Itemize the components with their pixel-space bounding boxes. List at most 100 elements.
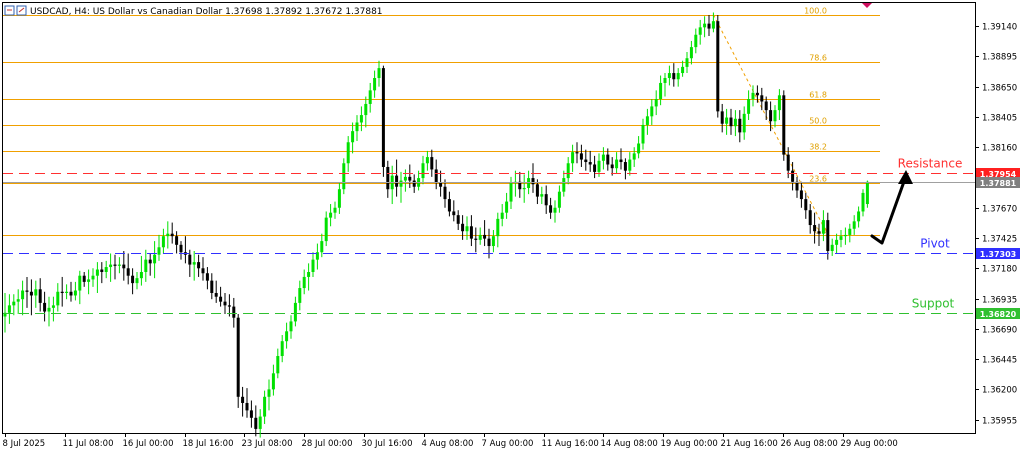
candle-body (703, 23, 707, 28)
candle-body (51, 305, 55, 308)
candle-body (461, 223, 465, 232)
y-tick-label: 1.39140 (982, 23, 1017, 33)
candle-body (729, 117, 733, 127)
candle-body (830, 244, 834, 251)
candle-body (659, 82, 663, 100)
candle-body (491, 236, 495, 247)
candle-body (434, 169, 438, 184)
candle-body (865, 181, 869, 205)
candle-body (861, 192, 865, 212)
candle-body (672, 73, 676, 80)
pivot-price-value: 1.37303 (980, 250, 1016, 259)
candle-body (575, 152, 579, 154)
candle-body (791, 170, 795, 182)
candle-body (25, 290, 29, 292)
chart-title: USDCAD, H4: US Dollar vs Canadian Dollar… (30, 7, 383, 17)
y-tick-label: 1.35955 (982, 417, 1017, 427)
candle-body (641, 124, 645, 144)
candle-body (289, 321, 293, 332)
candle-body (144, 259, 148, 272)
candle-body (73, 290, 77, 296)
x-tick-label: 21 Aug 16:00 (721, 439, 778, 449)
candle-body (29, 291, 33, 296)
candle-body (302, 276, 306, 289)
candle-body (720, 111, 724, 124)
y-tick-label: 1.38160 (982, 144, 1017, 154)
candle-body (425, 157, 429, 164)
candle-body (808, 210, 812, 226)
candle-body (689, 47, 693, 59)
candle-body (166, 233, 170, 237)
candle-body (346, 142, 350, 164)
candle-body (285, 331, 289, 342)
pivot-label: Pivot (920, 237, 950, 251)
candle-body (408, 176, 412, 181)
candle-body (205, 273, 209, 281)
candle-body (329, 212, 333, 218)
candle-body (619, 159, 623, 163)
candle-body (615, 159, 619, 169)
candle-body (271, 373, 275, 390)
candle-body (733, 118, 737, 127)
candle-body (610, 164, 614, 169)
y-tick-label: 1.36690 (982, 326, 1017, 336)
candle-body (12, 301, 16, 306)
candle-body (835, 239, 839, 245)
candle-body (153, 254, 157, 264)
candle-body (685, 58, 689, 67)
candle-body (751, 92, 755, 100)
x-tick-label: 14 Aug 08:00 (601, 439, 658, 449)
candle-body (395, 175, 399, 187)
candle-body (263, 396, 267, 417)
candle-body (412, 180, 416, 187)
candle-body (7, 305, 11, 313)
candle-body (91, 275, 95, 280)
y-tick-label: 1.36445 (982, 356, 1017, 366)
support-label: Suppot (912, 297, 955, 311)
candle-body (104, 267, 108, 272)
candle-body (786, 154, 790, 171)
x-tick-label: 8 Jul 2025 (3, 439, 46, 449)
fib-level-label: 50.0 (809, 117, 827, 126)
candle-body (777, 95, 781, 111)
candle-body (148, 259, 152, 264)
candle-body (170, 233, 174, 237)
candle-body (439, 183, 443, 187)
support-price-value: 1.36820 (980, 310, 1017, 319)
candle-body (474, 238, 478, 240)
candle-body (716, 21, 720, 112)
candle-body (738, 118, 742, 133)
candle-body (342, 163, 346, 190)
candle-body (843, 234, 847, 237)
y-tick-label: 1.36200 (982, 386, 1017, 396)
candle-body (16, 299, 20, 302)
candle-body (355, 122, 359, 132)
candle-body (223, 301, 227, 306)
candle-body (377, 68, 381, 79)
candle-body (95, 269, 99, 276)
candle-body (219, 296, 223, 302)
candle-body (852, 221, 856, 229)
chart-canvas: 100.078.661.850.038.223.60.0 Resistance1… (0, 0, 1024, 453)
candle-body (60, 291, 64, 294)
candle-body (381, 68, 385, 167)
price-chart[interactable]: 100.0 78.6 61.8 50.0 38.2 23.6 0.0 Resistance 1… (0, 0, 1024, 453)
candle-body (175, 236, 179, 245)
y-tick-label: 1.37670 (982, 205, 1017, 215)
candle-body (333, 207, 337, 213)
candle-body (694, 34, 698, 48)
y-tick-label: 1.38650 (982, 84, 1017, 94)
candle-body (597, 160, 601, 172)
x-tick-label: 18 Jul 16:00 (183, 439, 234, 449)
candle-body (249, 410, 253, 418)
candle-body (725, 117, 729, 124)
candle-body (698, 27, 702, 35)
fib-level-label: 100.0 (804, 7, 827, 16)
resistance-label: Resistance (898, 157, 963, 171)
candle-body (584, 159, 588, 163)
candle-body (799, 190, 803, 200)
candle-body (742, 113, 746, 133)
candle-body (483, 234, 487, 239)
y-tick-label: 1.37180 (982, 265, 1017, 275)
candle-body (747, 99, 751, 114)
